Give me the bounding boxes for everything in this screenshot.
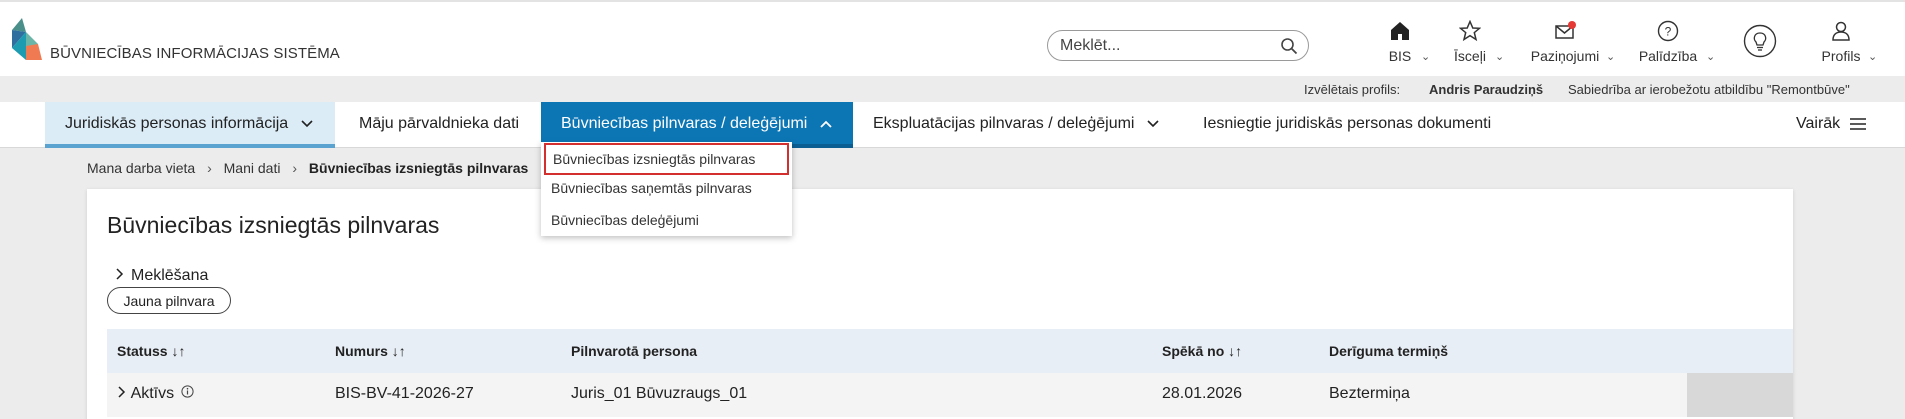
search-toggle-label: Meklēšana (131, 267, 209, 284)
header-notifications[interactable]: Paziņojumi (1527, 20, 1603, 66)
nav-house-manager-data-label: Māju pārvaldnieka dati (359, 115, 520, 132)
nav-legal-entity-info[interactable]: Juridiskās personas informācija (45, 102, 335, 148)
breadcrumb-item-workplace[interactable]: Mana darba vieta (87, 160, 195, 176)
column-validity: Derīguma termiņš (1329, 343, 1449, 359)
mail-icon (1555, 21, 1576, 39)
header-shortcuts-label: Īsceļi (1454, 48, 1486, 64)
breadcrumb: Mana darba vieta › Mani dati › Būvniecīb… (87, 160, 528, 176)
construction-powers-dropdown: Būvniecības izsniegtās pilnvaras Būvniec… (541, 142, 792, 236)
search-icon[interactable] (1280, 37, 1298, 55)
chevron-down-icon[interactable]: ⌄ (1606, 50, 1615, 64)
profile-strip: Izvēlētais profils: Andris Paraudziņš Sa… (0, 76, 1905, 102)
new-power-button[interactable]: Jauna pilnvara (107, 287, 231, 314)
row-person: Juris_01 Būvuzraugs_01 (571, 385, 748, 402)
table-row[interactable]: Aktīvs BIS-BV-41-2026-27 Juris_01 Būvuzr… (107, 373, 1793, 417)
chevron-down-icon (1147, 120, 1159, 127)
breadcrumb-item-my-data[interactable]: Mani dati (224, 160, 281, 176)
nav-submitted-documents[interactable]: Iesniegtie juridiskās personas dokumenti (1183, 102, 1511, 148)
row-status: Aktīvs (130, 385, 175, 402)
star-icon (1459, 20, 1481, 42)
info-icon[interactable] (180, 385, 194, 398)
chevron-right-icon (118, 386, 126, 398)
table-header: Statuss ↓↑ Numurs ↓↑ Pilnvarotā persona … (107, 329, 1793, 373)
chevron-right-icon (116, 268, 124, 280)
header-profile[interactable]: Profils (1818, 20, 1864, 66)
profile-name[interactable]: Andris Paraudziņš (1429, 82, 1543, 97)
profile-label: Izvēlētais profils: (1304, 82, 1401, 97)
chevron-right-icon: › (292, 160, 298, 176)
column-number[interactable]: Numurs ↓↑ (335, 343, 406, 359)
hamburger-menu-icon (1849, 118, 1866, 130)
column-status[interactable]: Statuss ↓↑ (117, 343, 185, 359)
search-box[interactable] (1047, 30, 1309, 61)
dropdown-item-received-powers[interactable]: Būvniecības saņemtās pilnvaras (541, 173, 792, 205)
row-number: BIS-BV-41-2026-27 (335, 385, 474, 402)
nav-submitted-documents-label: Iesniegtie juridiskās personas dokumenti (1203, 115, 1492, 132)
profile-company: Sabiedrība ar ierobežotu atbildību "Remo… (1568, 82, 1850, 97)
chevron-right-icon: › (207, 160, 212, 176)
header-notifications-label: Paziņojumi (1530, 48, 1600, 64)
svg-text:?: ? (1665, 25, 1672, 39)
chevron-down-icon[interactable]: ⌄ (1706, 50, 1715, 64)
nav-more-label: Vairāk (1796, 115, 1841, 132)
search-toggle[interactable]: Meklēšana (115, 267, 208, 285)
nav-construction-powers-label: Būvniecības pilnvaras / deleģējumi (561, 115, 808, 132)
row-actions-cell (1687, 373, 1793, 417)
header-help-label: Palīdzība (1638, 48, 1698, 64)
brand-name: BŪVNIECĪBAS INFORMĀCIJAS SISTĒMA (50, 45, 340, 62)
header-bis[interactable]: BIS (1380, 20, 1420, 66)
dropdown-item-delegations[interactable]: Būvniecības deleģējumi (541, 205, 792, 237)
nav-operation-powers[interactable]: Ekspluatācijas pilnvaras / deleģējumi (853, 102, 1179, 148)
header-profile-label: Profils (1821, 48, 1861, 64)
chevron-down-icon[interactable]: ⌄ (1421, 50, 1430, 64)
chevron-down-icon[interactable]: ⌄ (1868, 50, 1877, 64)
nav-house-manager-data[interactable]: Māju pārvaldnieka dati (339, 102, 539, 148)
column-person: Pilnvarotā persona (571, 343, 698, 359)
nav-operation-powers-label: Ekspluatācijas pilnvaras / deleģējumi (873, 115, 1135, 132)
page-title: Būvniecības izsniegtās pilnvaras (107, 212, 440, 238)
chevron-up-icon (820, 120, 832, 128)
row-validity: Beztermiņa (1329, 385, 1410, 402)
header-shortcuts[interactable]: Īsceļi (1448, 20, 1492, 66)
top-header: BŪVNIECĪBAS INFORMĀCIJAS SISTĒMA BIS ⌄ Ī… (0, 0, 1905, 76)
search-input[interactable] (1060, 37, 1270, 55)
help-icon: ? (1657, 20, 1679, 42)
header-help[interactable]: ? Palīdzība (1636, 20, 1700, 66)
home-icon (1391, 22, 1409, 40)
row-valid-from: 28.01.2026 (1162, 385, 1243, 402)
content-card: Būvniecības izsniegtās pilnvaras Meklēša… (87, 189, 1793, 419)
row-expand[interactable]: Aktīvs (117, 385, 194, 403)
chevron-down-icon[interactable]: ⌄ (1495, 50, 1504, 64)
breadcrumb-item-current: Būvniecības izsniegtās pilnvaras (308, 160, 529, 176)
nav-more[interactable]: Vairāk (1796, 102, 1887, 148)
header-bis-label: BIS (1388, 48, 1412, 64)
main-nav: Juridiskās personas informācija Māju pār… (0, 102, 1905, 148)
column-valid-from[interactable]: Spēkā no ↓↑ (1162, 343, 1242, 359)
dropdown-item-issued-powers[interactable]: Būvniecības izsniegtās pilnvaras (544, 143, 789, 175)
chevron-down-icon (301, 120, 313, 127)
user-icon (1832, 21, 1850, 41)
nav-legal-entity-info-label: Juridiskās personas informācija (65, 115, 289, 132)
bis-logo[interactable] (12, 18, 44, 62)
header-ideas[interactable] (1742, 24, 1778, 70)
lightbulb-icon (1743, 24, 1777, 58)
